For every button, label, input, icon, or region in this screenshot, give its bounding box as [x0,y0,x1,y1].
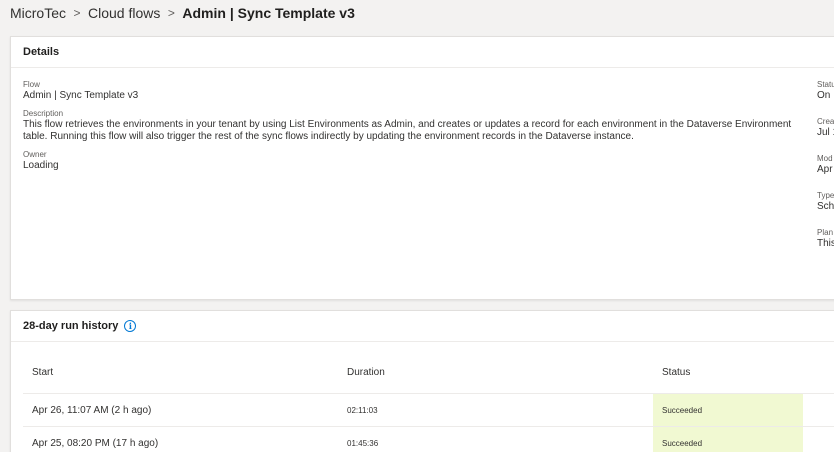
column-header-start[interactable]: Start [23,367,338,378]
type-value: Sche [817,201,834,212]
created-field: Crea Jul 1 [817,117,834,154]
chevron-right-icon: > [167,6,175,20]
run-history-title: 28-day run history [23,320,119,332]
flow-label: Flow [23,80,40,89]
type-label: Type [817,191,834,200]
owner-field: Owner Loading [23,150,803,172]
column-header-status[interactable]: Status [653,351,803,393]
run-duration: 02:11:03 [347,405,378,415]
table-row[interactable]: Apr 26, 11:07 AM (2 h ago) 02:11:03 Succ… [23,394,834,427]
run-duration: 01:45:36 [347,438,379,448]
run-start[interactable]: Apr 26, 11:07 AM (2 h ago) [23,405,338,416]
plan-value: This [817,238,834,249]
details-fields: Flow Admin | Sync Template v3 Descriptio… [23,80,803,179]
details-title: Details [23,46,60,58]
run-status-badge: Succeeded [653,394,803,426]
breadcrumb-item-cloud-flows[interactable]: Cloud flows [88,5,160,21]
flow-value: Admin | Sync Template v3 [23,90,139,101]
column-header-duration[interactable]: Duration [338,367,653,378]
run-history-table: Start Duration Status Apr 26, 11:07 AM (… [23,351,834,452]
run-history-card: 28-day run history i Start Duration Stat… [10,310,834,452]
created-label: Crea [817,117,834,126]
breadcrumb: MicroTec > Cloud flows > Admin | Sync Te… [10,2,355,24]
description-label: Description [23,109,64,118]
details-header: Details [11,37,834,68]
breadcrumb-item-environment[interactable]: MicroTec [10,5,66,21]
plan-label: Plan [817,228,834,237]
status-field: Statu On [817,80,834,117]
description-value: This flow retrieves the environments in … [23,119,792,142]
run-status-badge: Succeeded [653,427,803,452]
modified-value: Apr [817,164,833,175]
info-icon[interactable]: i [124,320,137,332]
type-field: Type Sche [817,191,834,228]
table-row[interactable]: Apr 25, 08:20 PM (17 h ago) 01:45:36 Suc… [23,427,834,452]
created-value: Jul 1 [817,127,834,138]
owner-label: Owner [23,150,47,159]
modified-field: Mod Apr [817,154,834,191]
table-header: Start Duration Status [23,351,834,394]
flow-field: Flow Admin | Sync Template v3 [23,80,803,102]
page-title: Admin | Sync Template v3 [182,5,355,21]
details-card: Details Flow Admin | Sync Template v3 De… [10,36,834,300]
plan-field: Plan This [817,228,834,265]
status-value: On [817,90,831,101]
chevron-right-icon: > [73,6,81,20]
description-field: Description This flow retrieves the envi… [23,109,803,143]
status-label: Statu [817,80,834,89]
owner-value: Loading [23,160,59,171]
run-start[interactable]: Apr 25, 08:20 PM (17 h ago) [23,438,338,449]
modified-label: Mod [817,154,833,163]
page: MicroTec > Cloud flows > Admin | Sync Te… [0,0,834,452]
run-history-header: 28-day run history i [11,311,834,342]
details-side-fields: Statu On Crea Jul 1 Mod Apr Type Sche Pl… [817,80,834,265]
